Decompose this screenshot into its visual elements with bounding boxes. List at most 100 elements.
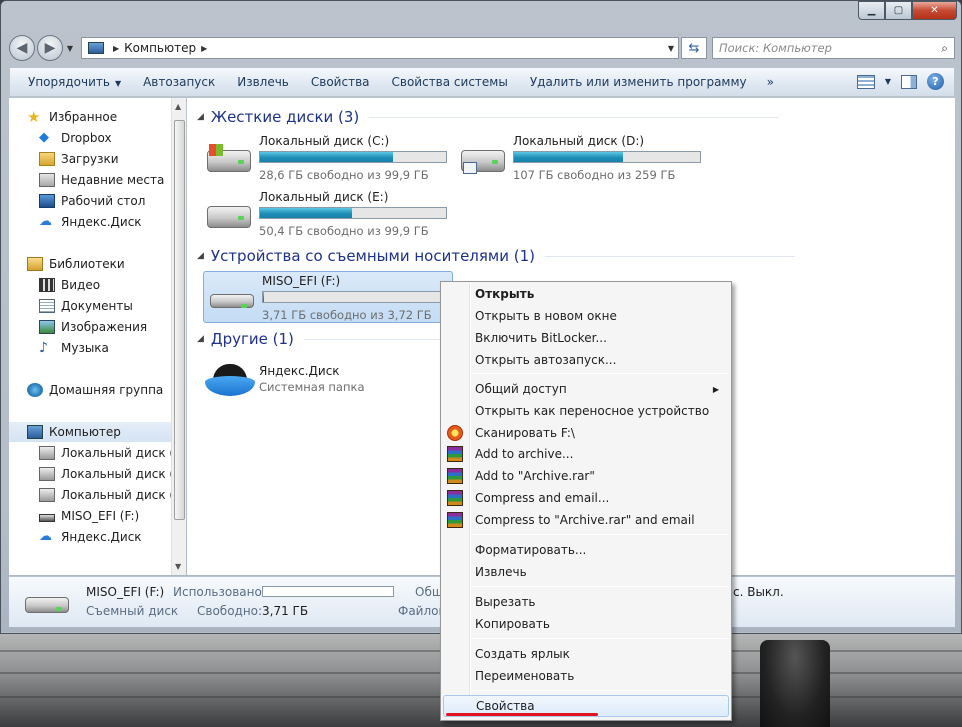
- sidebar-item-documents[interactable]: Документы: [39, 296, 133, 316]
- drive-tile-c[interactable]: Локальный диск (C:) 28,6 ГБ свободно из …: [201, 132, 451, 184]
- sidebar-item-drive-c[interactable]: Локальный диск (C:: [39, 443, 186, 463]
- menu-item-compress-and-email[interactable]: Compress and email...: [443, 487, 729, 509]
- drive-tile-f[interactable]: MISO_EFI (F:) 3,71 ГБ свободно из 3,72 Г…: [203, 271, 453, 323]
- caption-buttons: ▁ ▢ ✕: [858, 1, 957, 20]
- breadcrumb-computer[interactable]: Компьютер: [124, 41, 196, 55]
- menu-item-open-as-portable[interactable]: Открыть как переносное устройство: [443, 400, 729, 422]
- sidebar-item-label: Домашняя группа: [49, 383, 164, 397]
- forward-button[interactable]: ▶: [37, 35, 63, 61]
- group-header-other[interactable]: ◢ Другие (1): [197, 330, 454, 348]
- eject-button[interactable]: Извлечь: [229, 75, 297, 89]
- group-title: Жесткие диски (3): [210, 108, 360, 126]
- drive-free-space: 3,71 ГБ свободно из 3,72 ГБ: [262, 308, 432, 322]
- sidebar-item-favorites[interactable]: ★ Избранное: [27, 107, 117, 127]
- sidebar-item-drive-e[interactable]: Локальный диск (E:: [39, 485, 186, 505]
- menu-item-open-new-window[interactable]: Открыть в новом окне: [443, 305, 729, 327]
- refresh-icon: ⇆: [688, 40, 700, 56]
- address-bar[interactable]: ▶ Компьютер ▶ ▼: [81, 37, 679, 59]
- address-dropdown-icon[interactable]: ▼: [668, 44, 674, 53]
- hard-drive-icon: [39, 446, 55, 460]
- sidebar-item-drive-f[interactable]: MISO_EFI (F:): [39, 506, 139, 526]
- scroll-down-icon[interactable]: ▼: [175, 562, 181, 571]
- sidebar-item-homegroup[interactable]: Домашняя группа: [27, 380, 163, 400]
- maximize-button[interactable]: ▢: [885, 1, 912, 20]
- minimize-button[interactable]: ▁: [858, 1, 885, 20]
- recent-pages-dropdown[interactable]: ▼: [63, 44, 77, 53]
- group-header-removable[interactable]: ◢ Устройства со съемными носителями (1): [197, 247, 795, 265]
- yandex-disk-item[interactable]: Яндекс.Диск Системная папка: [201, 364, 451, 404]
- menu-item-eject[interactable]: Извлечь: [443, 561, 729, 583]
- scroll-up-icon[interactable]: ▲: [175, 102, 181, 111]
- sidebar-item-libraries[interactable]: Библиотеки: [27, 254, 125, 274]
- sidebar-item-label: Библиотеки: [49, 257, 125, 271]
- sidebar-item-computer[interactable]: Компьютер: [9, 422, 177, 442]
- menu-item-label: Открыть автозапуск...: [475, 353, 617, 367]
- recent-places-icon: [39, 173, 55, 187]
- uninstall-program-button[interactable]: Удалить или изменить программу: [522, 75, 755, 89]
- help-icon[interactable]: ?: [927, 73, 944, 90]
- change-view-icon[interactable]: [856, 74, 875, 89]
- menu-item-format[interactable]: Форматировать...: [443, 539, 729, 561]
- menu-item-cut[interactable]: Вырезать: [443, 591, 729, 613]
- sidebar-item-label: Яндекс.Диск: [61, 215, 142, 229]
- more-commands-button[interactable]: »: [759, 75, 782, 89]
- navigation-pane-scrollbar[interactable]: ▲ ▼: [171, 98, 186, 575]
- preview-pane-icon[interactable]: [901, 74, 917, 89]
- menu-item-label: Compress to "Archive.rar" and email: [475, 513, 695, 527]
- desktop-icon: [39, 194, 55, 208]
- sidebar-item-recent-places[interactable]: Недавние места: [39, 170, 164, 190]
- breadcrumb-arrow-icon[interactable]: ▶: [201, 44, 207, 53]
- sidebar-item-yandex-disk-computer[interactable]: ☁ Яндекс.Диск: [39, 527, 142, 547]
- menu-item-share[interactable]: Общий доступ ▶: [443, 378, 729, 400]
- view-dropdown-icon[interactable]: ▼: [885, 77, 891, 86]
- collapse-triangle-icon[interactable]: ◢: [197, 334, 204, 344]
- autoplay-button[interactable]: Автозапуск: [135, 75, 223, 89]
- drive-free-space: 28,6 ГБ свободно из 99,9 ГБ: [259, 168, 429, 182]
- drive-tile-d[interactable]: Локальный диск (D:) 107 ГБ свободно из 2…: [455, 132, 705, 184]
- collapse-triangle-icon[interactable]: ◢: [197, 112, 204, 122]
- sidebar-item-downloads[interactable]: Загрузки: [39, 149, 119, 169]
- menu-item-enable-bitlocker[interactable]: Включить BitLocker...: [443, 327, 729, 349]
- sidebar-item-label: Локальный диск (E:: [61, 488, 186, 502]
- menu-item-scan[interactable]: Сканировать F:\: [443, 422, 729, 444]
- sidebar-item-label: Документы: [61, 299, 133, 313]
- sidebar-item-yandex-disk[interactable]: ☁ Яндекс.Диск: [39, 212, 142, 232]
- sidebar-item-music[interactable]: ♪ Музыка: [39, 338, 109, 358]
- menu-item-add-to-archive[interactable]: Add to archive...: [443, 443, 729, 465]
- menu-item-label: Add to archive...: [475, 447, 574, 461]
- winrar-icon: [447, 468, 463, 484]
- group-header-hard-drives[interactable]: ◢ Жесткие диски (3): [197, 108, 780, 126]
- computer-icon: [27, 425, 43, 439]
- menu-item-label: Compress and email...: [475, 491, 610, 505]
- sidebar-item-desktop[interactable]: Рабочий стол: [39, 191, 145, 211]
- menu-item-open[interactable]: Открыть: [443, 283, 729, 305]
- close-button[interactable]: ✕: [912, 1, 957, 20]
- properties-button[interactable]: Свойства: [303, 75, 378, 89]
- menu-item-add-to-archive-rar[interactable]: Add to "Archive.rar": [443, 465, 729, 487]
- sidebar-item-label: Яндекс.Диск: [61, 530, 142, 544]
- sidebar-item-dropbox[interactable]: ◆ Dropbox: [39, 128, 112, 148]
- navigation-pane: ★ Избранное ◆ Dropbox Загрузки Недавние …: [9, 98, 186, 575]
- breadcrumb-arrow-icon[interactable]: ▶: [113, 44, 119, 53]
- chevron-down-icon: ▼: [114, 79, 122, 88]
- back-button[interactable]: ◀: [9, 35, 35, 61]
- sidebar-item-drive-d[interactable]: Локальный диск (D:: [39, 464, 186, 484]
- sidebar-item-videos[interactable]: Видео: [39, 275, 100, 295]
- menu-item-copy[interactable]: Копировать: [443, 613, 729, 635]
- refresh-button[interactable]: ⇆: [681, 37, 707, 59]
- search-icon[interactable]: ⌕: [941, 41, 948, 56]
- scrollbar-thumb[interactable]: [174, 120, 185, 520]
- drive-free-space: 107 ГБ свободно из 259 ГБ: [513, 168, 676, 182]
- organize-button[interactable]: Упорядочить ▼: [20, 75, 129, 89]
- menu-item-open-autoplay[interactable]: Открыть автозапуск...: [443, 349, 729, 371]
- menu-item-create-shortcut[interactable]: Создать ярлык: [443, 643, 729, 665]
- menu-item-label: Включить BitLocker...: [475, 331, 607, 345]
- search-input[interactable]: Поиск: Компьютер ⌕: [712, 37, 955, 59]
- drive-tile-e[interactable]: Локальный диск (E:) 50,4 ГБ свободно из …: [201, 188, 451, 240]
- system-properties-button[interactable]: Свойства системы: [384, 75, 516, 89]
- menu-item-compress-to-rar-email[interactable]: Compress to "Archive.rar" and email: [443, 509, 729, 531]
- usb-drive-icon: [210, 284, 256, 314]
- menu-item-rename[interactable]: Переименовать: [443, 665, 729, 687]
- sidebar-item-pictures[interactable]: Изображения: [39, 317, 147, 337]
- collapse-triangle-icon[interactable]: ◢: [197, 251, 204, 261]
